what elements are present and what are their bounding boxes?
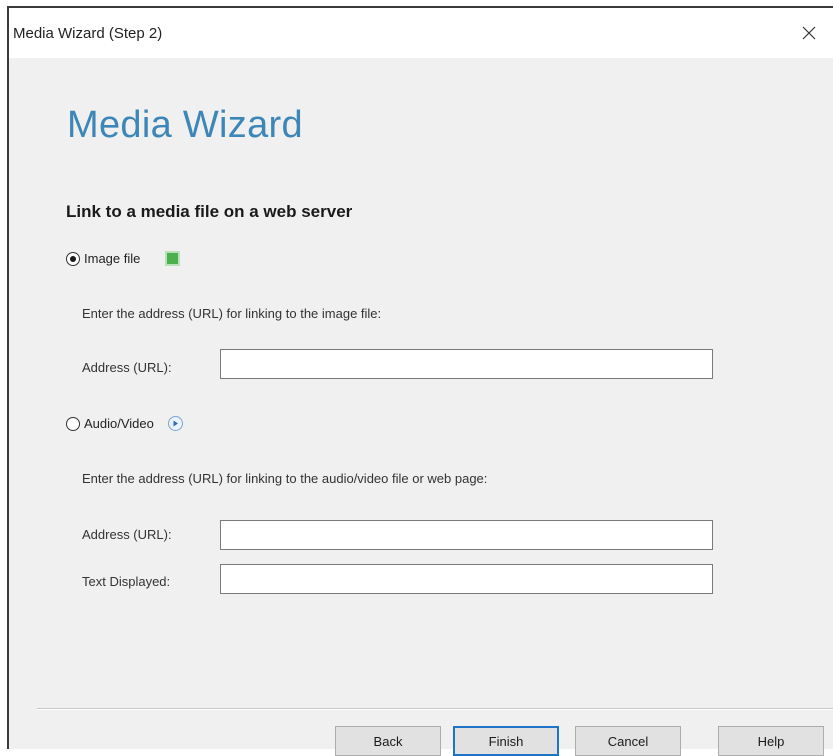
- footer-divider: [37, 708, 833, 710]
- close-button[interactable]: [791, 16, 827, 50]
- text-displayed-input[interactable]: [220, 564, 713, 594]
- title-bar: Media Wizard (Step 2): [9, 8, 833, 58]
- image-instruction: Enter the address (URL) for linking to t…: [82, 306, 382, 321]
- play-circle-icon: [167, 416, 183, 431]
- back-button[interactable]: Back: [335, 726, 441, 756]
- audio-video-option[interactable]: Audio/Video: [66, 416, 183, 431]
- close-icon: [802, 26, 816, 40]
- audio-video-label[interactable]: Audio/Video: [84, 416, 154, 431]
- image-address-label: Address (URL):: [82, 360, 172, 375]
- media-wizard-dialog: Media Wizard (Step 2) Media Wizard Link …: [7, 6, 833, 756]
- audio-video-radio[interactable]: [66, 416, 80, 431]
- image-file-label[interactable]: Image file: [84, 251, 140, 266]
- help-button[interactable]: Help: [718, 726, 824, 756]
- window-title: Media Wizard (Step 2): [13, 25, 163, 42]
- av-instruction: Enter the address (URL) for linking to t…: [82, 471, 488, 486]
- av-address-input[interactable]: [220, 520, 713, 550]
- finish-button[interactable]: Finish: [453, 726, 559, 756]
- text-displayed-label: Text Displayed:: [82, 574, 171, 589]
- av-address-label: Address (URL):: [82, 527, 172, 542]
- image-icon: [165, 251, 181, 266]
- image-file-option[interactable]: Image file: [66, 251, 181, 266]
- wizard-heading: Media Wizard: [67, 104, 303, 146]
- image-address-input[interactable]: [220, 349, 713, 379]
- image-file-radio[interactable]: [66, 251, 80, 266]
- cancel-button[interactable]: Cancel: [575, 726, 681, 756]
- section-subheading: Link to a media file on a web server: [66, 202, 353, 221]
